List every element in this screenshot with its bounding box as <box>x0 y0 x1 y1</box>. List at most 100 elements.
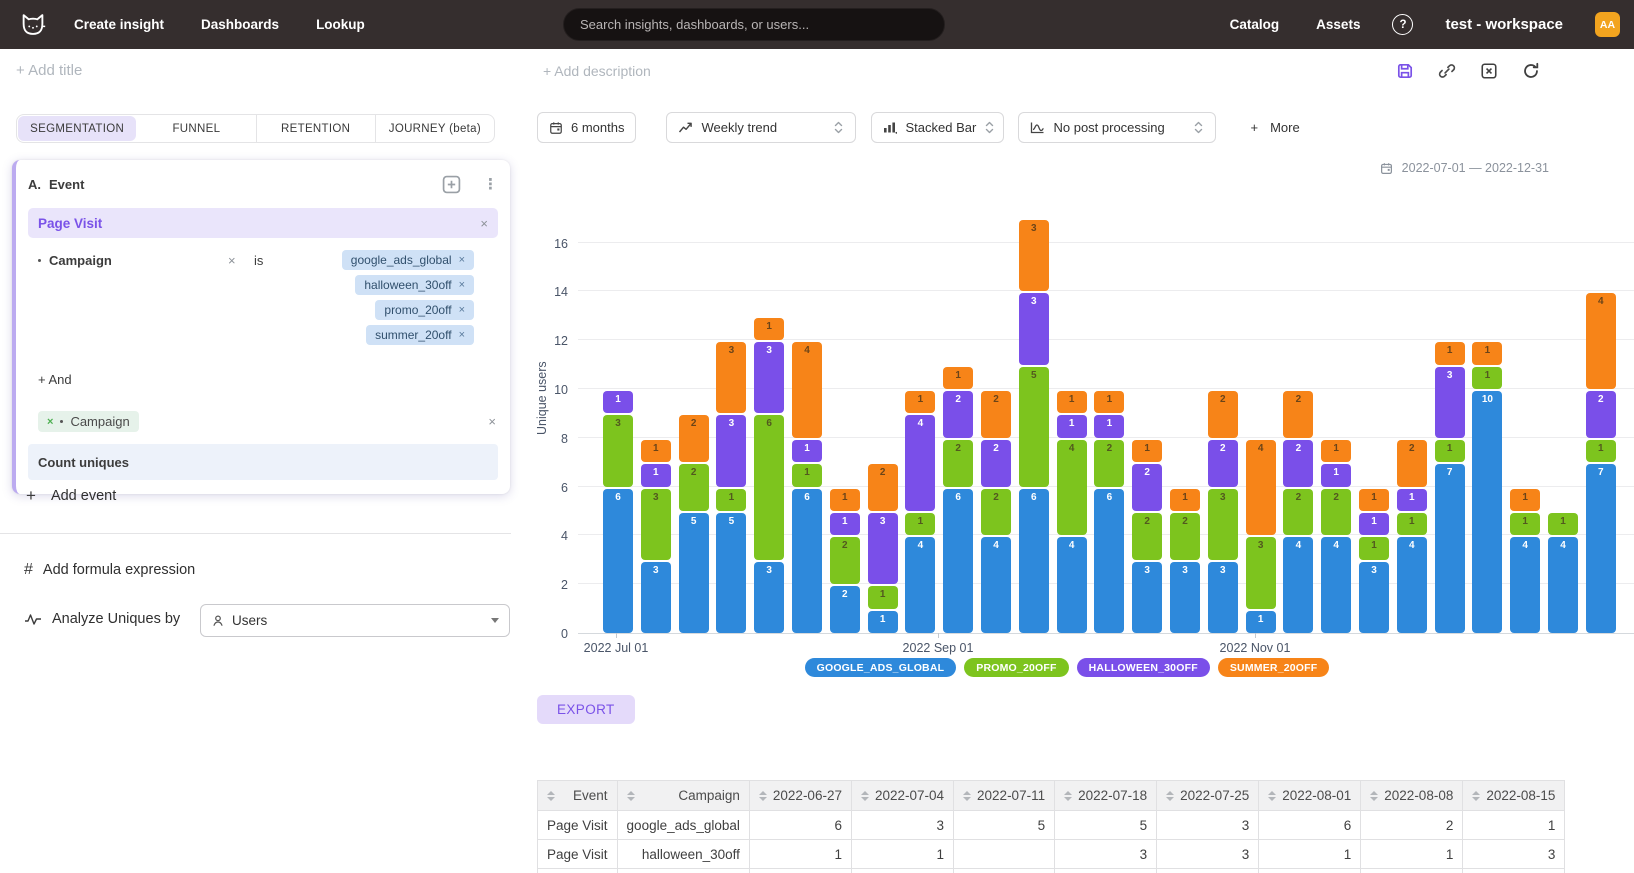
bar-segment-promo_20off[interactable]: 1 <box>1397 513 1427 535</box>
tab-journey-beta-[interactable]: JOURNEY (beta) <box>376 115 494 142</box>
workspace-name[interactable]: test - workspace <box>1445 16 1563 33</box>
bar-segment-summer_20off[interactable]: 1 <box>1510 489 1540 511</box>
stacked-bar-2022-11-07[interactable]: 4211 <box>1321 440 1351 633</box>
stacked-bar-2022-10-24[interactable]: 134 <box>1246 440 1276 633</box>
add-filter-icon[interactable] <box>442 175 461 194</box>
stacked-bar-2022-11-21[interactable]: 4112 <box>1397 440 1427 633</box>
nav-link-create-insight[interactable]: Create insight <box>74 17 164 32</box>
legend-pill-promo_20off[interactable]: PROMO_20OFF <box>964 658 1068 677</box>
bar-segment-summer_20off[interactable]: 1 <box>754 318 784 340</box>
breakdown-chip[interactable]: × Campaign <box>38 411 139 432</box>
bar-segment-google_ads_global[interactable]: 7 <box>1435 464 1465 633</box>
stacked-bar-2022-07-04[interactable]: 3311 <box>641 440 671 633</box>
bar-segment-halloween_30off[interactable]: 3 <box>716 415 746 486</box>
bar-segment-halloween_30off[interactable]: 2 <box>1283 440 1313 487</box>
more-options-button[interactable]: + More <box>1250 120 1299 135</box>
column-header-2022-08-01[interactable]: 2022-08-01 <box>1259 781 1361 811</box>
bar-segment-promo_20off[interactable]: 2 <box>830 537 860 584</box>
bar-segment-google_ads_global[interactable]: 4 <box>1548 537 1578 633</box>
nav-link-catalog[interactable]: Catalog <box>1230 17 1280 32</box>
nav-link-lookup[interactable]: Lookup <box>316 17 365 32</box>
bar-segment-summer_20off[interactable]: 1 <box>1094 391 1124 413</box>
bar-segment-promo_20off[interactable]: 1 <box>1472 367 1502 389</box>
trend-select[interactable]: Weekly trend <box>666 112 856 143</box>
bar-segment-halloween_30off[interactable]: 3 <box>754 342 784 413</box>
bar-segment-google_ads_global[interactable]: 10 <box>1472 391 1502 633</box>
bar-segment-halloween_30off[interactable]: 1 <box>603 391 633 413</box>
date-range-button[interactable]: 6 months <box>537 112 636 143</box>
bar-segment-google_ads_global[interactable]: 7 <box>1586 464 1616 633</box>
bar-segment-promo_20off[interactable]: 2 <box>1132 513 1162 560</box>
bar-segment-google_ads_global[interactable]: 3 <box>1170 562 1200 633</box>
bar-segment-halloween_30off[interactable]: 1 <box>1397 489 1427 511</box>
bar-segment-halloween_30off[interactable]: 1 <box>1359 513 1389 535</box>
bar-segment-promo_20off[interactable]: 1 <box>1586 440 1616 462</box>
sort-icon[interactable] <box>1472 791 1480 801</box>
bar-segment-promo_20off[interactable]: 2 <box>1283 489 1313 536</box>
filter-value-chip[interactable]: promo_20off× <box>375 300 474 320</box>
bar-segment-halloween_30off[interactable]: 2 <box>1586 391 1616 438</box>
help-icon[interactable]: ? <box>1392 14 1413 35</box>
bar-segment-summer_20off[interactable]: 1 <box>1057 391 1087 413</box>
bar-segment-promo_20off[interactable]: 2 <box>1321 489 1351 536</box>
bar-segment-halloween_30off[interactable]: 3 <box>868 513 898 584</box>
bar-segment-summer_20off[interactable]: 3 <box>1019 220 1049 291</box>
stacked-bar-2022-12-12[interactable]: 411 <box>1510 489 1540 633</box>
group-menu-icon[interactable]: ⋮ <box>483 177 498 192</box>
tab-segmentation[interactable]: SEGMENTATION <box>18 116 136 141</box>
stacked-bar-2022-10-03[interactable]: 3221 <box>1132 440 1162 633</box>
event-selector[interactable]: Page Visit × <box>28 208 498 238</box>
bar-segment-promo_20off[interactable]: 2 <box>1094 440 1124 487</box>
bar-segment-summer_20off[interactable]: 1 <box>1435 342 1465 364</box>
add-and-condition[interactable]: + And <box>38 372 72 387</box>
bar-segment-google_ads_global[interactable]: 4 <box>1510 537 1540 633</box>
bar-segment-promo_20off[interactable]: 2 <box>981 489 1011 536</box>
bar-segment-google_ads_global[interactable]: 4 <box>1321 537 1351 633</box>
bar-segment-promo_20off[interactable]: 1 <box>868 586 898 608</box>
column-header-2022-07-04[interactable]: 2022-07-04 <box>851 781 953 811</box>
column-header-2022-08-15[interactable]: 2022-08-15 <box>1463 781 1565 811</box>
bar-segment-summer_20off[interactable]: 1 <box>1359 489 1389 511</box>
bar-segment-halloween_30off[interactable]: 4 <box>905 415 935 511</box>
bar-segment-google_ads_global[interactable]: 3 <box>1359 562 1389 633</box>
bar-segment-halloween_30off[interactable]: 1 <box>830 513 860 535</box>
filter-value-chip[interactable]: google_ads_global× <box>342 250 474 270</box>
bar-segment-summer_20off[interactable]: 1 <box>905 391 935 413</box>
remove-filter-icon[interactable]: × <box>228 254 236 267</box>
refresh-icon[interactable] <box>1522 62 1540 80</box>
remove-event-icon[interactable]: × <box>480 217 488 230</box>
bar-segment-google_ads_global[interactable]: 3 <box>754 562 784 633</box>
close-insight-icon[interactable] <box>1480 62 1498 80</box>
bar-segment-google_ads_global[interactable]: 4 <box>1397 537 1427 633</box>
nav-link-dashboards[interactable]: Dashboards <box>201 17 279 32</box>
bar-segment-promo_20off[interactable]: 1 <box>716 489 746 511</box>
bar-segment-google_ads_global[interactable]: 4 <box>981 537 1011 633</box>
stacked-bar-2022-11-28[interactable]: 7131 <box>1435 342 1465 633</box>
bar-segment-halloween_30off[interactable]: 3 <box>1019 293 1049 364</box>
bar-segment-summer_20off[interactable]: 2 <box>1208 391 1238 438</box>
bar-segment-promo_20off[interactable]: 1 <box>1435 440 1465 462</box>
search-input[interactable] <box>563 8 945 41</box>
stacked-bar-2022-08-22[interactable]: 4141 <box>905 391 935 633</box>
bar-segment-summer_20off[interactable]: 3 <box>716 342 746 413</box>
bar-segment-summer_20off[interactable]: 4 <box>1246 440 1276 536</box>
bar-segment-summer_20off[interactable]: 1 <box>1472 342 1502 364</box>
bar-segment-promo_20off[interactable]: 3 <box>1246 537 1276 608</box>
column-header-2022-07-25[interactable]: 2022-07-25 <box>1157 781 1259 811</box>
aggregation-selector[interactable]: Count uniques <box>28 444 498 480</box>
bar-segment-promo_20off[interactable]: 3 <box>1208 489 1238 560</box>
tab-funnel[interactable]: FUNNEL <box>137 115 256 142</box>
filter-property[interactable]: Campaign <box>38 253 112 268</box>
export-button[interactable]: EXPORT <box>537 695 635 724</box>
add-event-button[interactable]: + Add event <box>26 487 116 504</box>
legend-pill-halloween_30off[interactable]: HALLOWEEN_30OFF <box>1077 658 1210 677</box>
filter-operator[interactable]: is <box>254 253 263 268</box>
sort-icon[interactable] <box>1064 791 1072 801</box>
bar-segment-promo_20off[interactable]: 1 <box>905 513 935 535</box>
bar-segment-google_ads_global[interactable]: 4 <box>1057 537 1087 633</box>
bar-segment-summer_20off[interactable]: 1 <box>1321 440 1351 462</box>
bar-segment-promo_20off[interactable]: 1 <box>1510 513 1540 535</box>
bar-segment-google_ads_global[interactable]: 6 <box>792 489 822 633</box>
stacked-bar-2022-11-14[interactable]: 3111 <box>1359 489 1389 633</box>
chart-type-select[interactable]: Stacked Bar <box>871 112 1004 143</box>
